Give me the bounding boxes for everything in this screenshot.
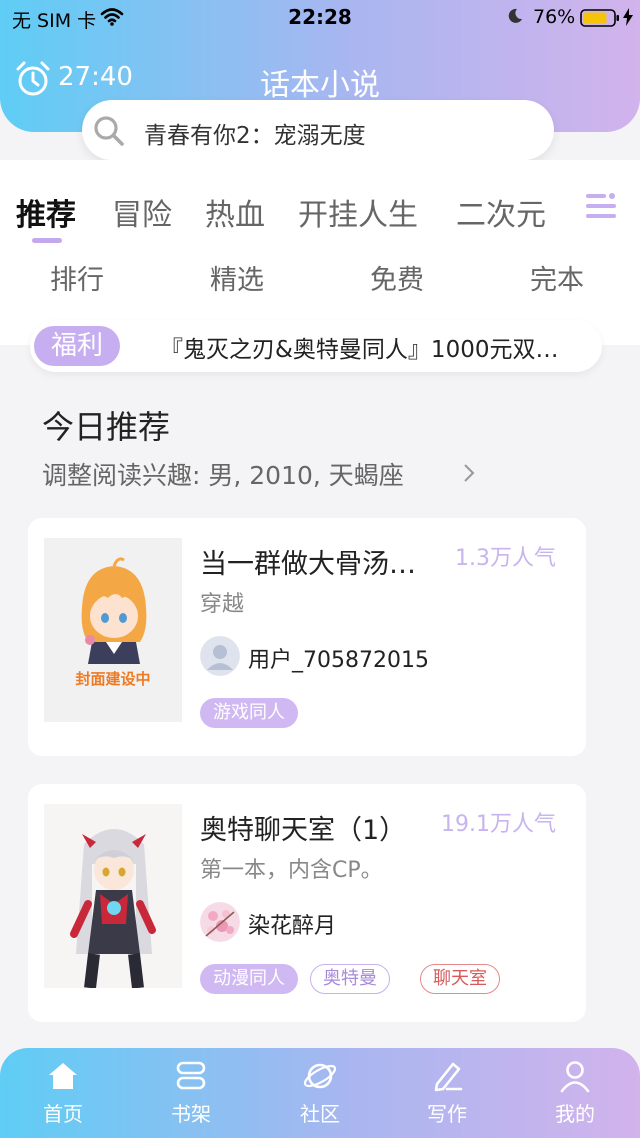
bookshelf-icon [176,1061,206,1090]
author-avatar[interactable] [200,636,240,676]
nav-community-label: 社区 [300,1102,340,1126]
nav-community[interactable]: 社区 [275,1058,365,1127]
cover-illustration [44,804,182,988]
planet-icon [303,1063,337,1089]
status-bar: 无 SIM 卡 22:28 76% [0,0,640,34]
battery-percentage: 76% [533,6,576,28]
chevron-right-icon[interactable] [462,462,476,484]
subnav-free[interactable]: 免费 [370,258,424,297]
search-icon [94,116,124,146]
nav-write[interactable]: 写作 [402,1058,492,1127]
user-icon [560,1061,590,1093]
book-card[interactable]: 奥特聊天室（1） 19.1万人气 第一本，内含CP。 染花醉月 动漫同人 奥特曼… [28,784,586,1022]
popularity-count: 19.1万人气 [441,812,556,837]
subnav-completed[interactable]: 完本 [530,258,584,297]
cover-placeholder-illustration: 封面建设中 [44,538,182,722]
pencil-icon [434,1062,463,1092]
subnav-ranking[interactable]: 排行 [50,258,104,297]
nav-bookshelf-label: 书架 [171,1102,211,1126]
nav-bookshelf[interactable]: 书架 [146,1058,236,1127]
nav-write-label: 写作 [427,1102,467,1126]
author-name[interactable]: 染花醉月 [248,908,336,940]
home-icon [49,1063,77,1089]
subnav-featured[interactable]: 精选 [210,258,264,297]
search-bar[interactable]: 青春有你2：宠溺无度 [82,100,554,160]
author-avatar[interactable] [200,902,240,942]
book-description: 穿越 [200,592,245,617]
category-menu-icon[interactable] [584,190,618,222]
topic-tag[interactable]: 奥特曼 [310,964,390,994]
nav-profile-label: 我的 [555,1102,595,1126]
moon-icon [508,8,522,23]
nav-home-label: 首页 [43,1102,83,1126]
book-card[interactable]: 封面建设中 当一群做大骨汤… 1.3万人气 穿越 用户_705872015 游戏… [28,518,586,756]
charging-icon [623,8,633,26]
tab-recommend[interactable]: 推荐 [16,190,76,234]
adjust-interest-link[interactable]: 调整阅读兴趣: 男, 2010, 天蝎座 [42,456,404,492]
tab-hotblood[interactable]: 热血 [205,190,265,234]
promo-banner[interactable]: 福利 『鬼灭之刃&奥特曼同人』1000元双… [30,320,602,372]
genre-tag[interactable]: 游戏同人 [200,698,298,728]
book-title[interactable]: 奥特聊天室（1） [200,808,448,847]
nav-profile[interactable]: 我的 [530,1058,620,1127]
tab-cheat-life[interactable]: 开挂人生 [298,190,418,234]
book-description: 第一本，内含CP。 [200,858,383,883]
book-cover[interactable]: 封面建设中 [44,538,182,722]
topic-tag[interactable]: 聊天室 [420,964,500,994]
app-title: 话本小说 [260,68,380,103]
author-name[interactable]: 用户_705872015 [248,642,429,674]
section-title: 今日推荐 [42,408,171,446]
tab-adventure[interactable]: 冒险 [112,190,172,234]
cover-placeholder-text: 封面建设中 [75,670,150,688]
search-input[interactable]: 青春有你2：宠溺无度 [144,116,366,150]
active-tab-indicator [32,238,62,243]
popularity-count: 1.3万人气 [455,546,556,571]
book-cover[interactable] [44,804,182,988]
bottom-navigation: 首页 书架 社区 写作 我的 [0,1048,640,1138]
category-section: 推荐 冒险 热血 开挂人生 二次元 排行 精选 免费 完本 [0,160,640,345]
book-title[interactable]: 当一群做大骨汤… [200,542,448,581]
promo-badge: 福利 [34,326,120,366]
genre-tag[interactable]: 动漫同人 [200,964,298,994]
nav-home[interactable]: 首页 [18,1058,108,1127]
promo-text[interactable]: 『鬼灭之刃&奥特曼同人』1000元双… [160,330,590,364]
tab-acg[interactable]: 二次元 [456,190,546,234]
battery-icon [580,9,619,27]
